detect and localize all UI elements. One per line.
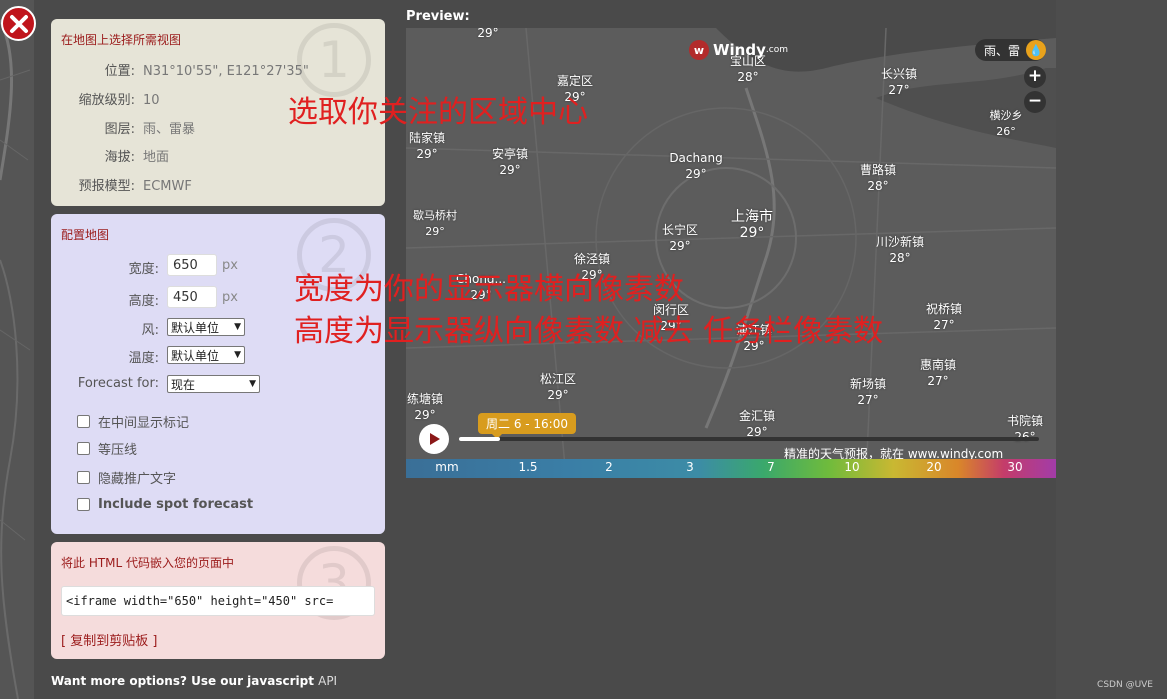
layer-selector[interactable]: 雨、雷 💧 [974,39,1046,61]
map-place-label: 惠南镇 27° [919,358,957,388]
embed-code-panel: 3 将此 HTML 代码嵌入您的页面中 <iframe width="650" … [51,542,385,659]
map-place-label: 长兴镇 27° [880,67,918,97]
height-label: 高度: [128,294,159,309]
width-unit: px [222,258,238,273]
legend-tick: 3 [686,460,694,474]
api-link[interactable]: API [318,674,337,688]
map-place-label: 松江区 29° [539,372,577,402]
hide-promo-checkbox[interactable]: 隐藏推广文字 [77,468,176,487]
zoom-out-button[interactable]: − [1024,91,1046,113]
precipitation-legend: mm 1.5 2 3 7 10 20 30 [406,459,1056,478]
chevron-down-icon: ▼ [234,322,241,332]
annotation-width: 宽度为你的显示器横向像素数 [294,272,684,307]
map-place-label: 安亭镇 29° [491,147,529,177]
forecast-select[interactable]: 现在 ▼ [167,375,260,393]
play-button[interactable] [419,424,449,454]
play-icon [430,433,440,445]
legend-tick: 20 [926,460,942,474]
map-place-label: 川沙新镇 28° [875,235,925,265]
legend-tick: 1.5 [518,460,538,474]
map-place-label: 新场镇 27° [849,377,887,407]
spot-forecast-checkbox[interactable]: Include spot forecast [77,497,253,512]
time-badge: 周二 6 - 16:00 [478,413,576,439]
chevron-down-icon: ▼ [234,350,241,360]
wind-unit-select[interactable]: 默认单位 ▼ [167,318,245,336]
timeline-slider[interactable] [459,437,1039,441]
map-place-label: 横沙乡 26° [989,109,1023,138]
legend-tick: 30 [1007,460,1023,474]
copy-to-clipboard-link[interactable]: [ 复制到剪贴板 ] [61,630,157,649]
footer-more-options: Want more options? Use our javascript AP… [51,674,338,688]
map-place-label: 29° [477,28,499,40]
height-unit: px [222,290,238,305]
show-marker-checkbox[interactable]: 在中间显示标记 [77,412,189,431]
panel2-title: 配置地图 [61,228,110,242]
isobars-checkbox[interactable]: 等压线 [77,439,137,458]
map-place-label: 长宁区 29° [661,223,699,253]
preview-title: Preview: [406,9,470,24]
windy-logo-icon: w [689,40,709,60]
legend-tick: 10 [844,460,860,474]
checkbox-box[interactable] [77,415,90,428]
map-place-label: 练塘镇 29° [406,392,444,422]
zoom-in-button[interactable]: + [1024,66,1046,88]
checkbox-box[interactable] [77,498,90,511]
map-config-panel: 2 配置地图 宽度: 650 px 高度: 450 px 风: 默认单位 ▼ 温度… [51,214,385,534]
legend-unit: mm [435,460,459,474]
annotation-area-center: 选取你关注的区域中心 [288,95,588,130]
map-place-label: 金汇镇 29° [738,409,776,439]
forecast-label: Forecast for: [77,376,159,391]
rain-drop-icon: 💧 [1026,40,1046,60]
close-button[interactable] [1,6,36,41]
panel1-title: 在地图上选择所需视图 [61,33,182,47]
map-place-label: 陆家镇 29° [408,131,446,161]
map-place-label: Dachang 29° [669,151,723,181]
map-place-label: 歇马桥村 29° [413,209,457,238]
close-icon [9,14,28,33]
annotation-height: 高度为显示器纵向像素数 减去 任务栏像素数 [294,314,884,349]
embed-code-field[interactable]: <iframe width="650" height="450" src= [61,586,375,616]
legend-tick: 2 [605,460,613,474]
watermark: CSDN @UVE [1097,680,1153,690]
panel3-title: 将此 HTML 代码嵌入您的页面中 [61,556,235,570]
legend-tick: 7 [767,460,775,474]
width-input[interactable]: 650 [167,254,217,276]
map-place-label: 上海市 29° [731,209,773,241]
background-map-right [1056,0,1167,699]
map-place-label: 曹路镇 28° [859,163,897,193]
temperature-unit-select[interactable]: 默认单位 ▼ [167,346,245,364]
timeline-progress [459,437,500,441]
wind-label: 风: [141,323,159,338]
model-row: 预报模型: ECMWF [78,179,192,194]
zoom-row: 缩放级别: 10 [78,93,160,108]
map-place-label: 祝桥镇 27° [925,302,963,332]
chevron-down-icon: ▼ [249,379,256,389]
layer-row: 图层: 雨、雷暴 [104,122,196,137]
width-label: 宽度: [128,262,159,277]
height-input[interactable]: 450 [167,286,217,308]
checkbox-box[interactable] [77,442,90,455]
position-row: 位置: N31°10'55", E121°27'35" [104,64,309,79]
windy-logo[interactable]: w Windy .com [689,40,788,60]
altitude-row: 海拔: 地面 [104,150,170,165]
temperature-label: 温度: [128,351,159,366]
checkbox-box[interactable] [77,471,90,484]
background-map-strip [0,0,34,699]
